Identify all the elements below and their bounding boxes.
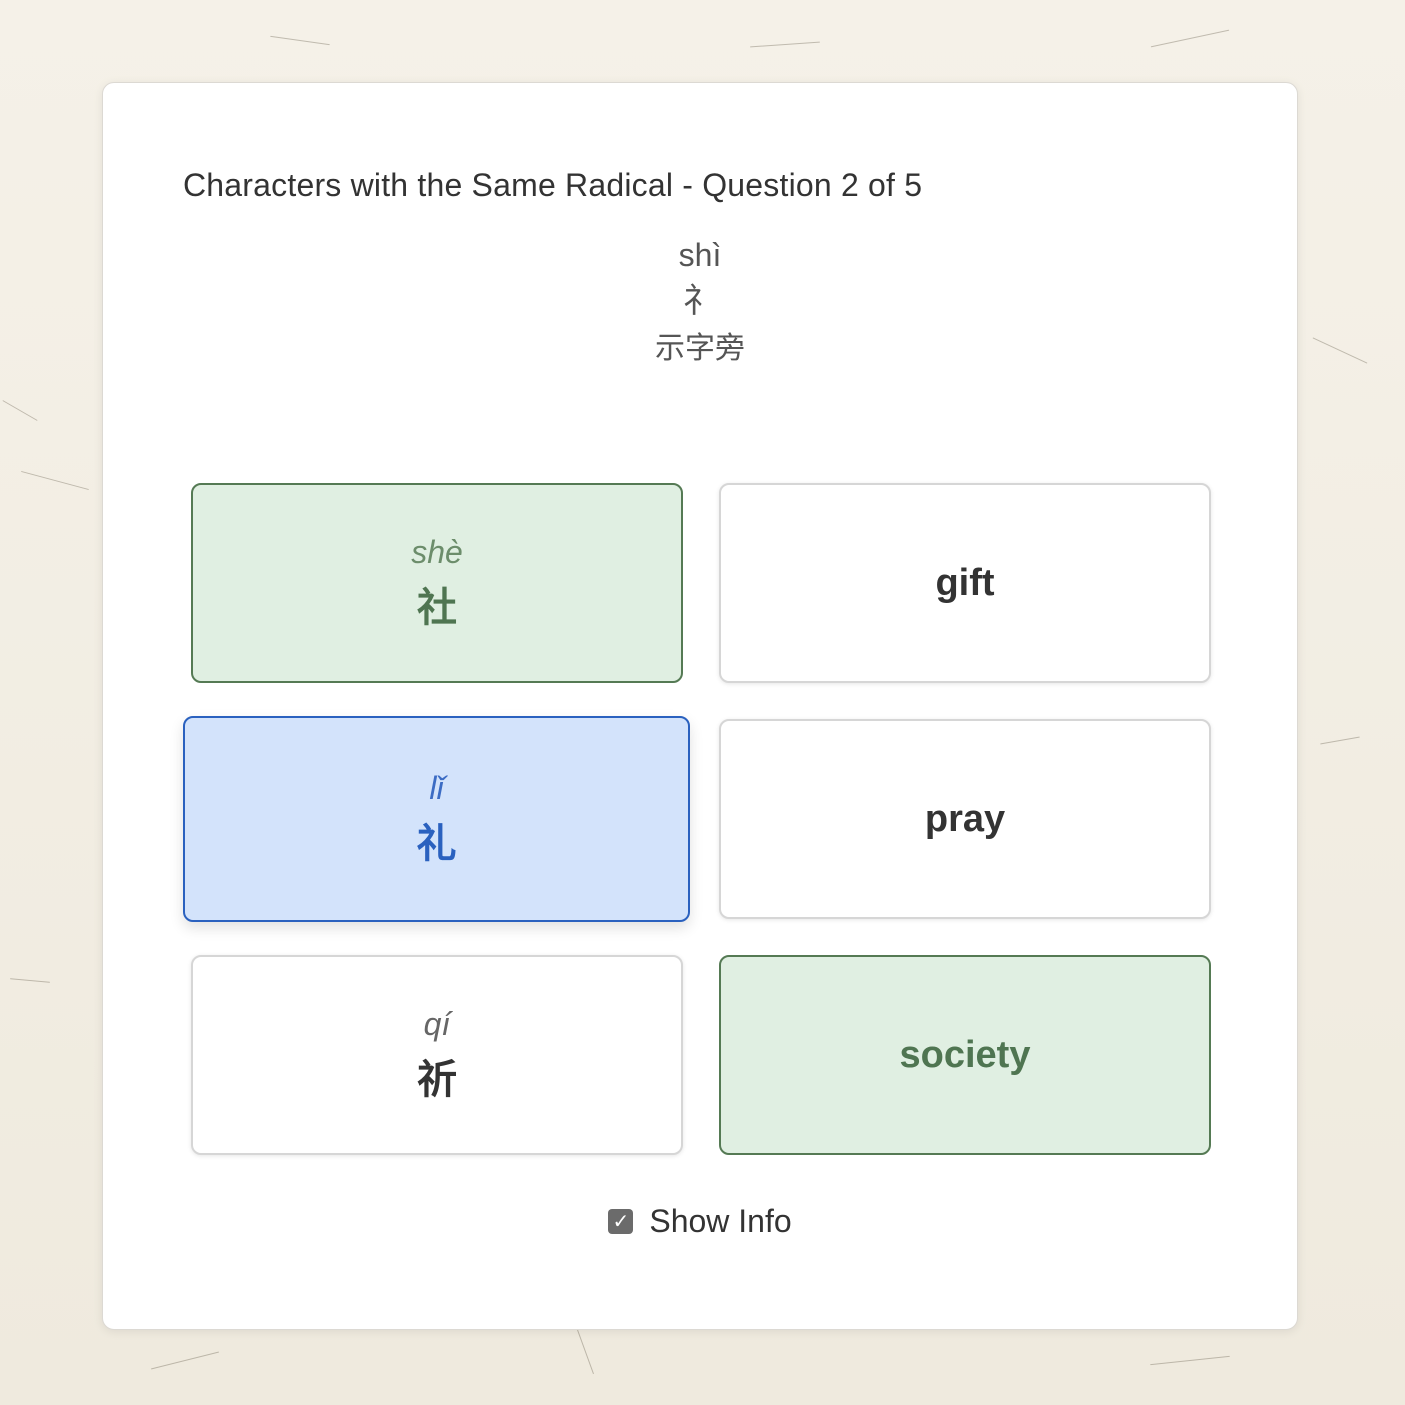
show-info-checkbox[interactable]: ✓ <box>608 1209 634 1234</box>
paper-fiber <box>1150 1355 1230 1366</box>
paper-fiber <box>150 1351 220 1370</box>
radical-character: 礻 <box>683 281 717 321</box>
radical-pinyin: shì <box>678 237 722 273</box>
paper-fiber <box>21 470 89 491</box>
tile-pinyin: qí <box>423 1006 451 1042</box>
paper-fiber <box>575 1326 595 1375</box>
paper-fiber <box>1320 736 1360 745</box>
radical-info: shì 礻 示字旁 <box>103 233 1297 373</box>
tile-meaning: gift <box>935 561 995 604</box>
paper-fiber <box>1312 337 1368 364</box>
tile-gift[interactable]: gift <box>719 483 1211 683</box>
tile-pinyin: shè <box>411 534 463 570</box>
tile-meaning: pray <box>924 797 1006 840</box>
paper-fiber <box>1150 29 1230 48</box>
tile-character: 祈 <box>417 1057 457 1103</box>
tile-li[interactable]: lǐ 礼 <box>183 716 690 922</box>
paper-fiber <box>750 41 820 48</box>
paper-fiber <box>2 400 38 421</box>
quiz-title: Characters with the Same Radical - Quest… <box>183 167 923 203</box>
paper-fiber <box>10 978 50 983</box>
paper-fiber <box>270 35 330 46</box>
tile-meaning: society <box>899 1033 1031 1076</box>
show-info-label: Show Info <box>649 1203 792 1239</box>
show-info-toggle[interactable]: ✓ Show Info <box>103 1203 1297 1240</box>
tile-she[interactable]: shè 社 <box>191 483 683 683</box>
tile-character: 社 <box>417 585 457 631</box>
tile-character: 礼 <box>416 821 457 867</box>
checkmark-icon: ✓ <box>612 1209 630 1233</box>
tile-pinyin: lǐ <box>429 770 444 806</box>
quiz-card: Characters with the Same Radical - Quest… <box>102 82 1298 1330</box>
tile-pray[interactable]: pray <box>719 719 1211 919</box>
tile-qi[interactable]: qí 祈 <box>191 955 683 1155</box>
tile-society[interactable]: society <box>719 955 1211 1155</box>
radical-name: 示字旁 <box>655 331 745 366</box>
